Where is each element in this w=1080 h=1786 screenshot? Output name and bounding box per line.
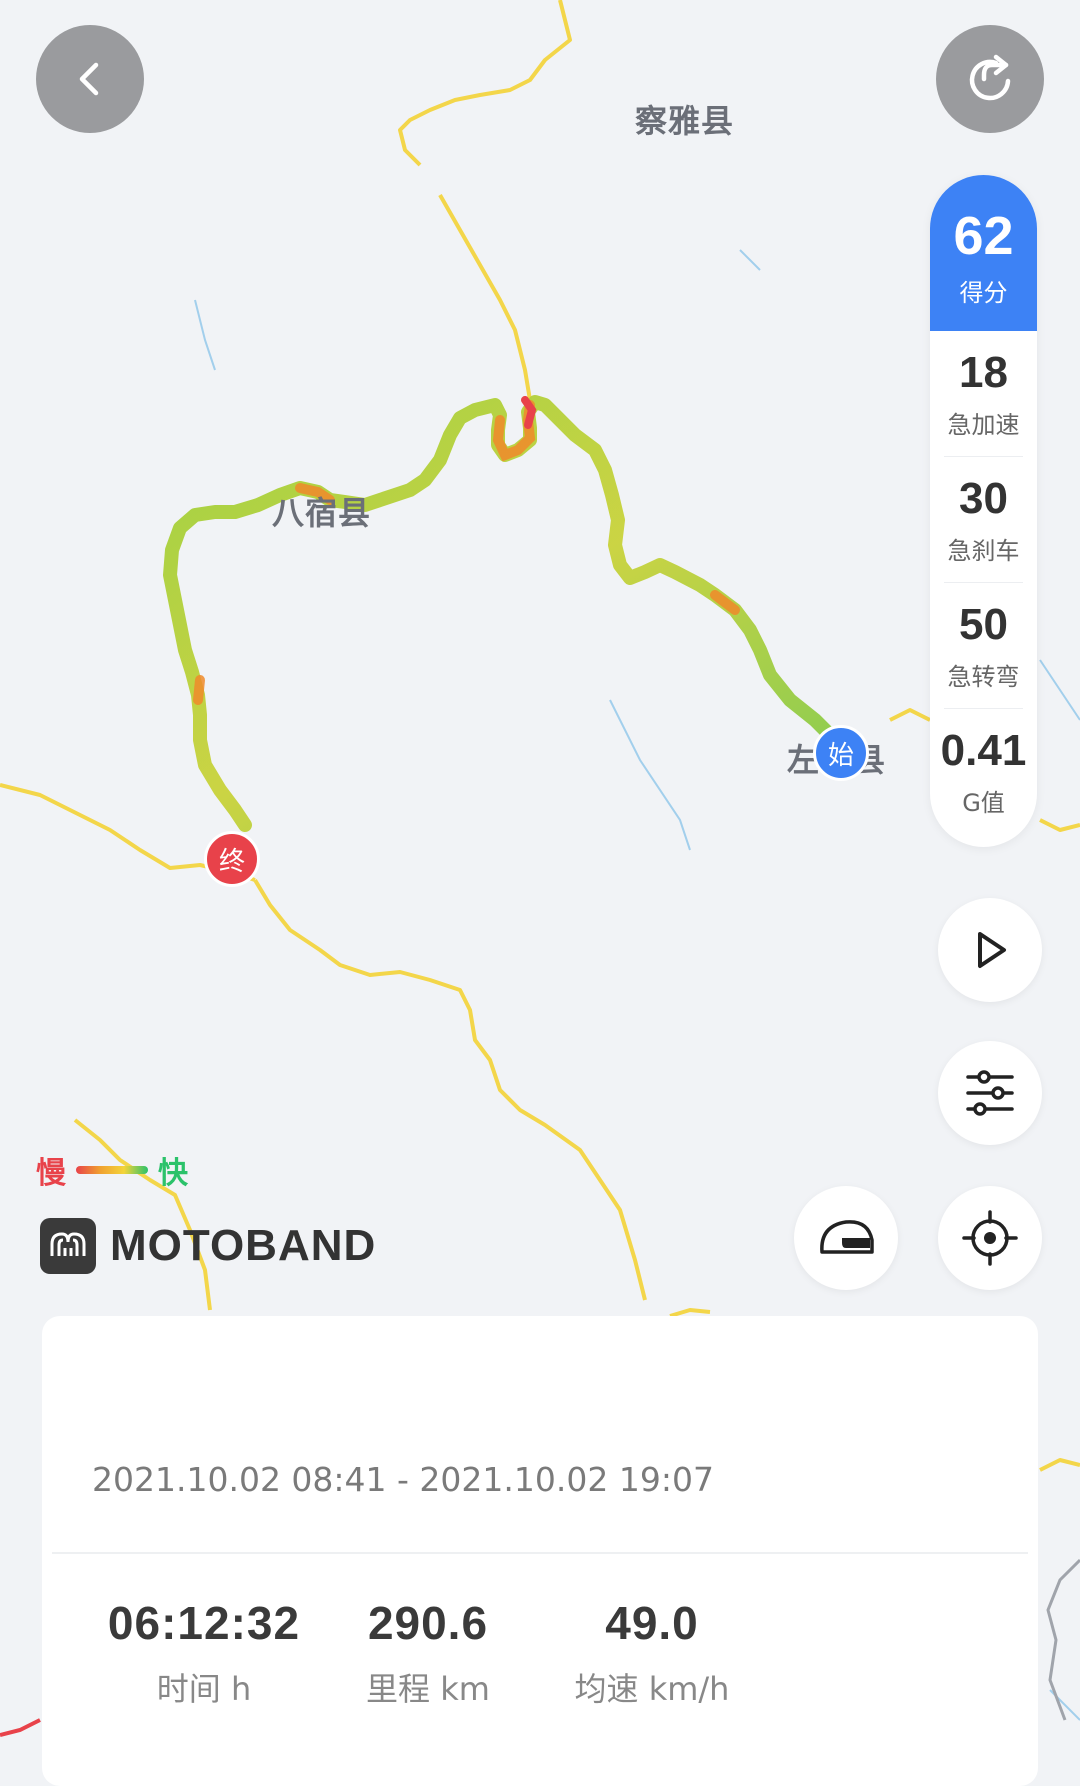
- stat-value: 06:12:32: [107, 1597, 301, 1649]
- score-label: 得分: [959, 279, 1008, 307]
- filter-button[interactable]: [938, 1041, 1042, 1145]
- back-button[interactable]: [36, 25, 144, 133]
- brand-name: MOTOBAND: [110, 1221, 377, 1270]
- route-slow-segment: [193, 675, 205, 705]
- stat-unit: 里程 km: [366, 1670, 490, 1708]
- county-border: [889, 708, 931, 722]
- stat-unit: 均速 km/h: [574, 1670, 730, 1708]
- metric-label: G值: [962, 789, 1005, 817]
- route-slow-segment: [710, 590, 740, 615]
- legend-slow-label: 慢: [36, 1156, 66, 1191]
- chevron-left-icon: [79, 62, 99, 96]
- score-panel[interactable]: 62 得分 18 急加速 30 急刹车 50 急转弯 0.41 G值: [930, 175, 1037, 847]
- metric-value: 30: [959, 474, 1008, 523]
- county-border: [398, 0, 572, 167]
- end-marker[interactable]: 终: [204, 831, 260, 887]
- river: [739, 249, 761, 271]
- metric-sharp-turn: 50 急转弯: [930, 583, 1037, 709]
- metric-value: 18: [959, 348, 1008, 397]
- trip-summary-card[interactable]: 2021.10.02 08:41 - 2021.10.02 19:07 06:1…: [42, 1316, 1038, 1786]
- score-section: 62 得分: [930, 175, 1037, 331]
- motoband-logo-icon: [40, 1218, 96, 1274]
- river: [194, 299, 216, 371]
- legend-fast-label: 快: [158, 1156, 188, 1191]
- stat-duration: 06:12:32 时间 h: [84, 1596, 324, 1710]
- speed-legend: 慢 快: [36, 1148, 188, 1192]
- map-label-basu: 八宿县: [272, 494, 372, 532]
- river: [609, 699, 691, 851]
- share-icon: [969, 54, 1011, 101]
- start-marker[interactable]: 始: [813, 725, 869, 781]
- metric-value: 0.41: [940, 726, 1027, 775]
- stat-average-speed: 49.0 均速 km/h: [532, 1596, 772, 1710]
- brand-watermark: MOTOBAND: [40, 1218, 376, 1274]
- divider: [52, 1552, 1028, 1554]
- metric-label: 急加速: [947, 411, 1020, 439]
- stat-value: 49.0: [605, 1597, 699, 1649]
- stat-unit: 时间 h: [156, 1670, 252, 1708]
- trip-time-range: 2021.10.02 08:41 - 2021.10.02 19:07: [92, 1460, 714, 1499]
- metric-g-value: 0.41 G值: [930, 709, 1037, 835]
- metric-label: 急刹车: [947, 537, 1020, 565]
- stat-value: 290.6: [367, 1597, 489, 1649]
- metric-hard-acceleration: 18 急加速: [930, 331, 1037, 457]
- metric-value: 50: [959, 600, 1008, 649]
- metric-label: 急转弯: [947, 663, 1020, 691]
- map-label-chaya: 察雅县: [635, 102, 735, 140]
- route-track: [163, 395, 847, 832]
- play-icon: [978, 932, 1006, 968]
- county-border: [438, 194, 532, 401]
- river: [1039, 659, 1080, 721]
- boundary: [1046, 1558, 1080, 1721]
- legend-gradient-bar: [76, 1166, 148, 1174]
- stat-distance: 290.6 里程 km: [308, 1596, 548, 1710]
- share-button[interactable]: [936, 25, 1044, 133]
- county-border: [1039, 1458, 1080, 1472]
- helmet-button[interactable]: [794, 1186, 898, 1290]
- locate-icon: [962, 1210, 1018, 1266]
- county-border: [1039, 818, 1080, 832]
- helmet-icon: [820, 1220, 874, 1254]
- sliders-icon: [966, 1070, 1014, 1116]
- locate-button[interactable]: [938, 1186, 1042, 1290]
- road: [0, 1718, 41, 1737]
- play-button[interactable]: [938, 898, 1042, 1002]
- metric-hard-braking: 30 急刹车: [930, 457, 1037, 583]
